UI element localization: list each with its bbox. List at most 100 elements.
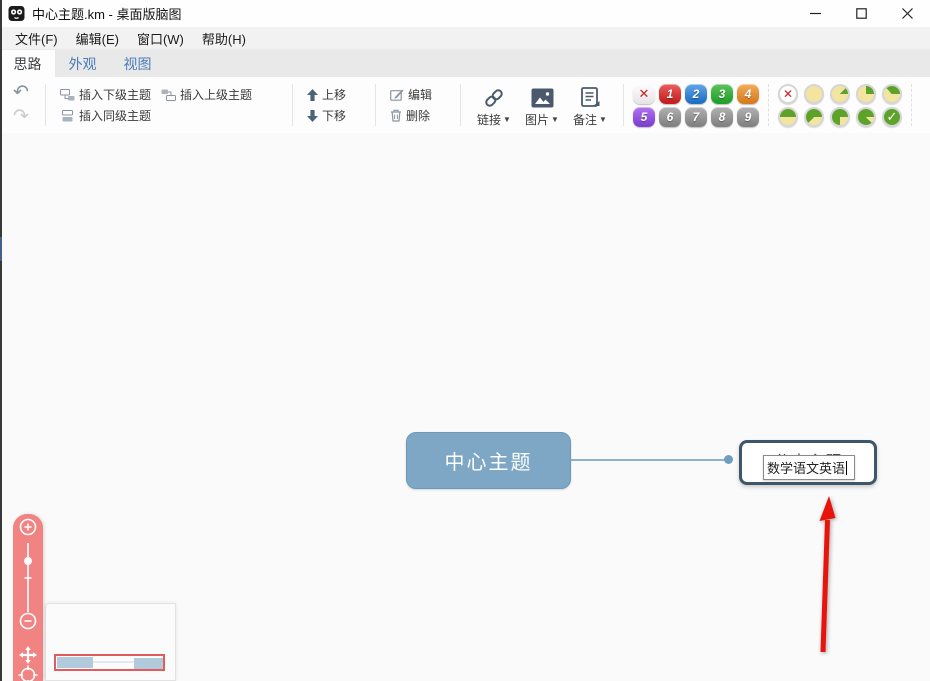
insert-child-icon: [60, 89, 75, 101]
insert-parent-button[interactable]: 插入上级主题: [156, 84, 257, 105]
topic-edit-input[interactable]: 数学语文英语: [763, 455, 855, 480]
close-button[interactable]: [884, 0, 930, 27]
tab-2[interactable]: 视图: [110, 50, 165, 77]
progress-0-8-button[interactable]: [804, 84, 824, 104]
app-logo-icon: [8, 5, 25, 22]
tab-0[interactable]: 思路: [0, 50, 55, 77]
tab-1[interactable]: 外观: [55, 50, 110, 77]
progress-7-8-button[interactable]: [856, 107, 876, 127]
progress-4-8-button[interactable]: [778, 107, 798, 127]
minimap-viewport[interactable]: [54, 654, 165, 671]
menu-item-2[interactable]: 窗口(W): [128, 27, 193, 49]
minimize-button[interactable]: [792, 0, 838, 27]
move-down-label: 下移: [322, 107, 346, 124]
insert-sibling-icon: [60, 110, 75, 122]
insert-sibling-button[interactable]: 插入同级主题: [55, 105, 156, 126]
edit-icon: [390, 88, 404, 101]
note-button[interactable]: 备注▼: [566, 77, 614, 133]
progress-8-8-button[interactable]: ✓: [882, 107, 902, 127]
edit-button[interactable]: 编辑: [385, 84, 451, 105]
progress-6-8-button[interactable]: [830, 107, 850, 127]
move-down-button[interactable]: 下移: [302, 105, 366, 126]
title-bar: 中心主题.km - 桌面版脑图: [0, 0, 930, 27]
mindmap-canvas[interactable]: 中心主题 分支主题 数学语文英语: [0, 133, 930, 681]
move-down-icon: [307, 110, 318, 122]
progress-1-8-button[interactable]: [830, 84, 850, 104]
insert-child-button[interactable]: 插入下级主题: [55, 84, 156, 105]
separator: [45, 84, 46, 126]
menu-item-0[interactable]: 文件(F): [6, 27, 67, 49]
zoom-slider-handle[interactable]: [24, 557, 32, 565]
connection-line: [570, 459, 726, 461]
link-icon: [482, 85, 506, 111]
priority-3-button[interactable]: 3: [711, 84, 733, 104]
priority-7-button[interactable]: 7: [685, 107, 707, 127]
zoom-in-button[interactable]: [21, 520, 36, 535]
locate-center-button[interactable]: [19, 666, 38, 681]
connection-dot: [724, 455, 733, 464]
maximize-button[interactable]: [838, 0, 884, 27]
move-up-icon: [307, 89, 318, 101]
priority-4-button[interactable]: 4: [737, 84, 759, 104]
chevron-down-icon: ▼: [551, 115, 559, 124]
insert-parent-label: 插入上级主题: [180, 86, 252, 103]
redo-button[interactable]: ↷: [13, 108, 29, 126]
app-window: 中心主题.km - 桌面版脑图 文件(F)编辑(E)窗口(W)帮助(H) 思路外…: [0, 0, 930, 681]
insert-sibling-label: 插入同级主题: [79, 107, 151, 124]
red-arrow-annotation: [803, 490, 847, 660]
image-button[interactable]: 图片▼: [518, 77, 566, 133]
undo-button[interactable]: ↶: [13, 84, 29, 102]
history-group: ↶ ↷: [6, 77, 36, 133]
progress-clear-button[interactable]: ✕: [778, 84, 798, 104]
close-icon: [902, 8, 913, 19]
insert-parent-icon: [161, 89, 176, 101]
priority-5-button[interactable]: 5: [633, 107, 655, 127]
priority-9-button[interactable]: 9: [737, 107, 759, 127]
maximize-icon: [856, 8, 867, 19]
chevron-down-icon: ▼: [503, 115, 511, 124]
priority-2-button[interactable]: 2: [685, 84, 707, 104]
delete-button[interactable]: 删除: [385, 105, 451, 126]
separator: [460, 84, 461, 126]
separator: [375, 84, 376, 126]
root-topic-label: 中心主题: [445, 446, 533, 475]
separator: [623, 84, 624, 126]
image-label: 图片: [525, 111, 549, 128]
move-up-button[interactable]: 上移: [302, 84, 366, 105]
note-icon: [581, 85, 600, 111]
progress-group: ✕✓: [778, 77, 902, 133]
priority-clear-button[interactable]: ✕: [633, 84, 655, 104]
priority-group: ✕1234 56789: [633, 77, 759, 133]
chevron-down-icon: ▼: [599, 115, 607, 124]
pan-mode-button[interactable]: [19, 646, 37, 664]
menu-item-1[interactable]: 编辑(E): [67, 27, 128, 49]
priority-1-button[interactable]: 1: [659, 84, 681, 104]
root-topic-node[interactable]: 中心主题: [406, 432, 571, 489]
menu-bar: 文件(F)编辑(E)窗口(W)帮助(H): [0, 27, 930, 50]
zoom-panel: [13, 514, 43, 681]
minimize-icon: [810, 8, 821, 19]
undo-icon: ↶: [13, 82, 29, 103]
window-controls: [792, 0, 930, 27]
zoom-out-button[interactable]: [21, 614, 36, 629]
priority-6-button[interactable]: 6: [659, 107, 681, 127]
link-label: 链接: [477, 111, 501, 128]
edit-label: 编辑: [408, 86, 432, 103]
delete-icon: [390, 109, 402, 122]
move-up-label: 上移: [322, 86, 346, 103]
zoom-slider[interactable]: [24, 543, 32, 612]
link-button[interactable]: 链接▼: [470, 77, 518, 133]
progress-2-8-button[interactable]: [856, 84, 876, 104]
minimap-navigator[interactable]: [45, 603, 176, 681]
priority-8-button[interactable]: 8: [711, 107, 733, 127]
progress-3-8-button[interactable]: [882, 84, 902, 104]
separator: [911, 84, 912, 126]
note-label: 备注: [573, 111, 597, 128]
check-icon: ✓: [887, 110, 898, 123]
topic-edit-value: 数学语文英语: [767, 458, 845, 477]
menu-item-3[interactable]: 帮助(H): [193, 27, 255, 49]
desktop-edge-sliver-blue: [0, 237, 2, 261]
progress-5-8-button[interactable]: [804, 107, 824, 127]
insert-child-label: 插入下级主题: [79, 86, 151, 103]
arrange-group: 上移 下移: [302, 77, 366, 133]
